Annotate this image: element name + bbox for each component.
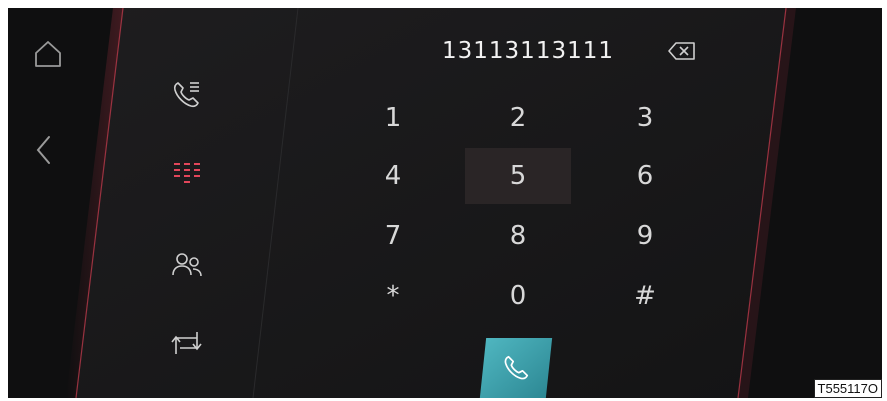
backspace-button[interactable] [664,38,700,64]
call-log-icon [173,82,199,108]
key-1[interactable]: 1 [340,90,446,146]
sidebar-item-contacts[interactable] [165,243,209,287]
back-icon [36,136,50,164]
key-star[interactable]: * [340,268,446,324]
sidebar-item-call-log[interactable] [165,73,209,117]
key-5[interactable]: 5 [465,148,571,204]
key-3[interactable]: 3 [592,90,698,146]
home-button[interactable] [28,34,68,74]
dialed-number: 13113113111 [442,38,614,64]
call-button[interactable] [479,338,553,398]
key-0[interactable]: 0 [465,268,571,324]
transfer-icon [171,332,202,354]
sidebar-item-transfer[interactable] [165,321,209,365]
key-8[interactable]: 8 [465,208,571,264]
key-hash[interactable]: # [592,268,698,324]
contacts-icon [172,253,202,277]
key-9[interactable]: 9 [592,208,698,264]
dialpad-icon [174,163,200,183]
dialer-panel: 13113113111 1 2 3 4 5 6 7 8 9 * 0 # [8,8,882,398]
backspace-icon [668,42,695,60]
key-2[interactable]: 2 [465,90,571,146]
sidebar-item-dialpad[interactable] [165,151,209,195]
key-6[interactable]: 6 [592,148,698,204]
back-button[interactable] [24,130,64,170]
phone-screen: 13113113111 1 2 3 4 5 6 7 8 9 * 0 # [8,8,882,398]
figure-code-label: T555117O [813,379,882,398]
home-icon [35,41,61,67]
key-4[interactable]: 4 [340,148,446,204]
key-7[interactable]: 7 [340,208,446,264]
phone-icon [504,355,529,380]
